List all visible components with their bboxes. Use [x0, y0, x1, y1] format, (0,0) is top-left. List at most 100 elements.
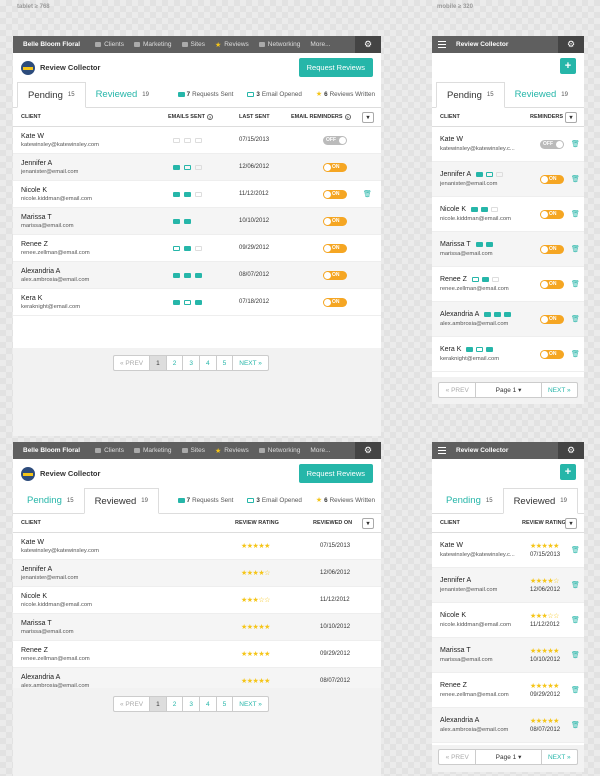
reminder-toggle[interactable]: ON: [323, 243, 347, 253]
request-reviews-button[interactable]: Request Reviews: [298, 464, 373, 483]
col-review-rating[interactable]: REVIEW RATING: [235, 514, 279, 532]
col-emails-sent[interactable]: EMAILS SENT?: [168, 108, 213, 126]
tab-pending[interactable]: Pending 15: [436, 488, 503, 513]
request-reviews-button[interactable]: Request Reviews: [298, 58, 373, 77]
table-row[interactable]: Alexandria A alex.ambrosia@email.com ★★★★★…: [432, 708, 584, 743]
table-row[interactable]: Renee Zrenee.zellman@email.com 09/29/2012…: [13, 235, 381, 262]
nav-clients[interactable]: Clients: [90, 41, 129, 48]
trash-icon[interactable]: 🗑: [571, 267, 580, 301]
next-button[interactable]: NEXT »: [542, 383, 577, 397]
nav-marketing[interactable]: Marketing: [129, 447, 177, 454]
menu-icon[interactable]: [438, 447, 446, 454]
nav-networking[interactable]: Networking: [254, 41, 306, 48]
page-select[interactable]: Page 1 ▾: [476, 750, 542, 764]
prev-button[interactable]: « PREV: [114, 356, 151, 370]
reminder-toggle[interactable]: ON: [540, 209, 564, 219]
page-5[interactable]: 5: [217, 356, 234, 370]
reminder-toggle[interactable]: ON: [323, 216, 347, 226]
table-row[interactable]: Alexandria A alex.ambrosia@email.com ON 🗑: [432, 302, 584, 337]
table-row[interactable]: Kate Wkatewinsley@katewinsley.com ★★★★★ 07…: [13, 533, 381, 560]
gear-icon[interactable]: ⚙: [558, 442, 584, 459]
page-5[interactable]: 5: [217, 697, 234, 711]
trash-icon[interactable]: 🗑: [571, 638, 580, 672]
tab-reviewed[interactable]: Reviewed 19: [83, 488, 159, 514]
next-button[interactable]: NEXT »: [542, 750, 577, 764]
reminder-toggle[interactable]: ON: [323, 189, 347, 199]
page-4[interactable]: 4: [200, 356, 217, 370]
nav-reviews[interactable]: ★ Reviews: [210, 41, 254, 49]
table-row[interactable]: Renee Z renee.zellman@email.com ON 🗑: [432, 267, 584, 302]
col-client[interactable]: CLIENT: [440, 114, 460, 120]
tab-pending[interactable]: Pending 15: [17, 82, 86, 108]
table-row[interactable]: Nicole Knicole.kiddman@email.com ★★★☆☆ 11/…: [432, 603, 584, 638]
brand-name[interactable]: Belle Bloom Floral: [13, 41, 90, 48]
col-review-rating[interactable]: REVIEW RATING: [522, 514, 566, 532]
reminder-toggle[interactable]: ON: [540, 244, 564, 254]
table-row[interactable]: Renee Zrenee.zellman@email.com ★★★★★ 09/29…: [432, 673, 584, 708]
reminder-toggle[interactable]: OFF: [540, 139, 564, 149]
trash-icon[interactable]: 🗑: [571, 533, 580, 567]
col-reminders[interactable]: REMINDERS: [530, 108, 563, 126]
trash-icon[interactable]: 🗑: [571, 337, 580, 371]
reminder-toggle[interactable]: ON: [540, 314, 564, 324]
table-row[interactable]: Nicole Knicole.kiddman@email.com ★★★☆☆ 11/…: [13, 587, 381, 614]
prev-button[interactable]: « PREV: [439, 383, 477, 397]
chevron-down-icon[interactable]: ▾: [362, 112, 374, 123]
table-row[interactable]: Kera K keraknight@email.com ON 🗑: [432, 337, 584, 372]
nav-more[interactable]: More...: [305, 447, 335, 454]
reminder-toggle[interactable]: OFF: [323, 135, 347, 145]
reminder-toggle[interactable]: ON: [540, 349, 564, 359]
table-row[interactable]: Kate W katewinsley@katewinsley.c... OFF 🗑: [432, 127, 584, 162]
table-row[interactable]: Jennifer Ajenanister@email.com ★★★★☆ 12/06…: [13, 560, 381, 587]
nav-sites[interactable]: Sites: [177, 447, 210, 454]
table-row[interactable]: Jennifer Ajenanister@email.com 12/06/2012…: [13, 154, 381, 181]
page-3[interactable]: 3: [183, 356, 200, 370]
prev-button[interactable]: « PREV: [439, 750, 477, 764]
gear-icon[interactable]: ⚙: [558, 36, 584, 53]
col-reviewed-on[interactable]: REVIEWED ON: [313, 514, 352, 532]
gear-icon[interactable]: ⚙: [355, 442, 381, 459]
nav-marketing[interactable]: Marketing: [129, 41, 177, 48]
col-client[interactable]: CLIENT: [440, 520, 460, 526]
tab-reviewed[interactable]: Reviewed 19: [505, 82, 578, 107]
col-last-sent[interactable]: LAST SENT: [239, 108, 270, 126]
table-row[interactable]: Jennifer Ajenanister@email.com ★★★★☆ 12/06…: [432, 568, 584, 603]
reminder-toggle[interactable]: ON: [323, 162, 347, 172]
nav-sites[interactable]: Sites: [177, 41, 210, 48]
chevron-down-icon[interactable]: ▾: [565, 518, 577, 529]
page-4[interactable]: 4: [200, 697, 217, 711]
page-select[interactable]: Page 1 ▾: [476, 383, 542, 397]
page-1[interactable]: 1: [150, 356, 167, 370]
tab-pending[interactable]: Pending 15: [436, 82, 505, 108]
brand-name[interactable]: Belle Bloom Floral: [13, 447, 90, 454]
trash-icon[interactable]: 🗑: [571, 603, 580, 637]
trash-icon[interactable]: 🗑: [571, 232, 580, 266]
page-3[interactable]: 3: [183, 697, 200, 711]
tab-reviewed[interactable]: Reviewed 19: [502, 488, 578, 514]
table-row[interactable]: Alexandria Aalex.ambrosia@email.com 08/07…: [13, 262, 381, 289]
gear-icon[interactable]: ⚙: [355, 36, 381, 53]
tab-reviewed[interactable]: Reviewed 19: [86, 82, 159, 107]
table-row[interactable]: Nicole K nicole.kiddman@email.com ON 🗑: [432, 197, 584, 232]
reminder-toggle[interactable]: ON: [323, 270, 347, 280]
col-client[interactable]: CLIENT: [21, 520, 41, 526]
next-button[interactable]: NEXT »: [233, 356, 268, 370]
trash-icon[interactable]: 🗑: [571, 127, 580, 161]
col-client[interactable]: CLIENT: [21, 114, 41, 120]
table-row[interactable]: Jennifer A jenanister@email.com ON 🗑: [432, 162, 584, 197]
nav-more[interactable]: More...: [305, 41, 335, 48]
page-1[interactable]: 1: [150, 697, 167, 711]
prev-button[interactable]: « PREV: [114, 697, 151, 711]
trash-icon[interactable]: 🗑: [571, 673, 580, 707]
reminder-toggle[interactable]: ON: [540, 279, 564, 289]
table-row[interactable]: Nicole Knicole.kiddman@email.com 11/12/20…: [13, 181, 381, 208]
help-icon[interactable]: ?: [344, 114, 351, 120]
tab-pending[interactable]: Pending 15: [17, 488, 84, 513]
nav-networking[interactable]: Networking: [254, 447, 306, 454]
trash-icon[interactable]: 🗑: [571, 302, 580, 336]
trash-icon[interactable]: 🗑: [571, 197, 580, 231]
table-row[interactable]: Marissa Tmarissa@email.com ★★★★★ 10/10/201…: [13, 614, 381, 641]
trash-icon[interactable]: 🗑: [571, 568, 580, 602]
trash-icon[interactable]: 🗑: [571, 708, 580, 742]
table-row[interactable]: Renee Zrenee.zellman@email.com ★★★★★ 09/29…: [13, 641, 381, 668]
